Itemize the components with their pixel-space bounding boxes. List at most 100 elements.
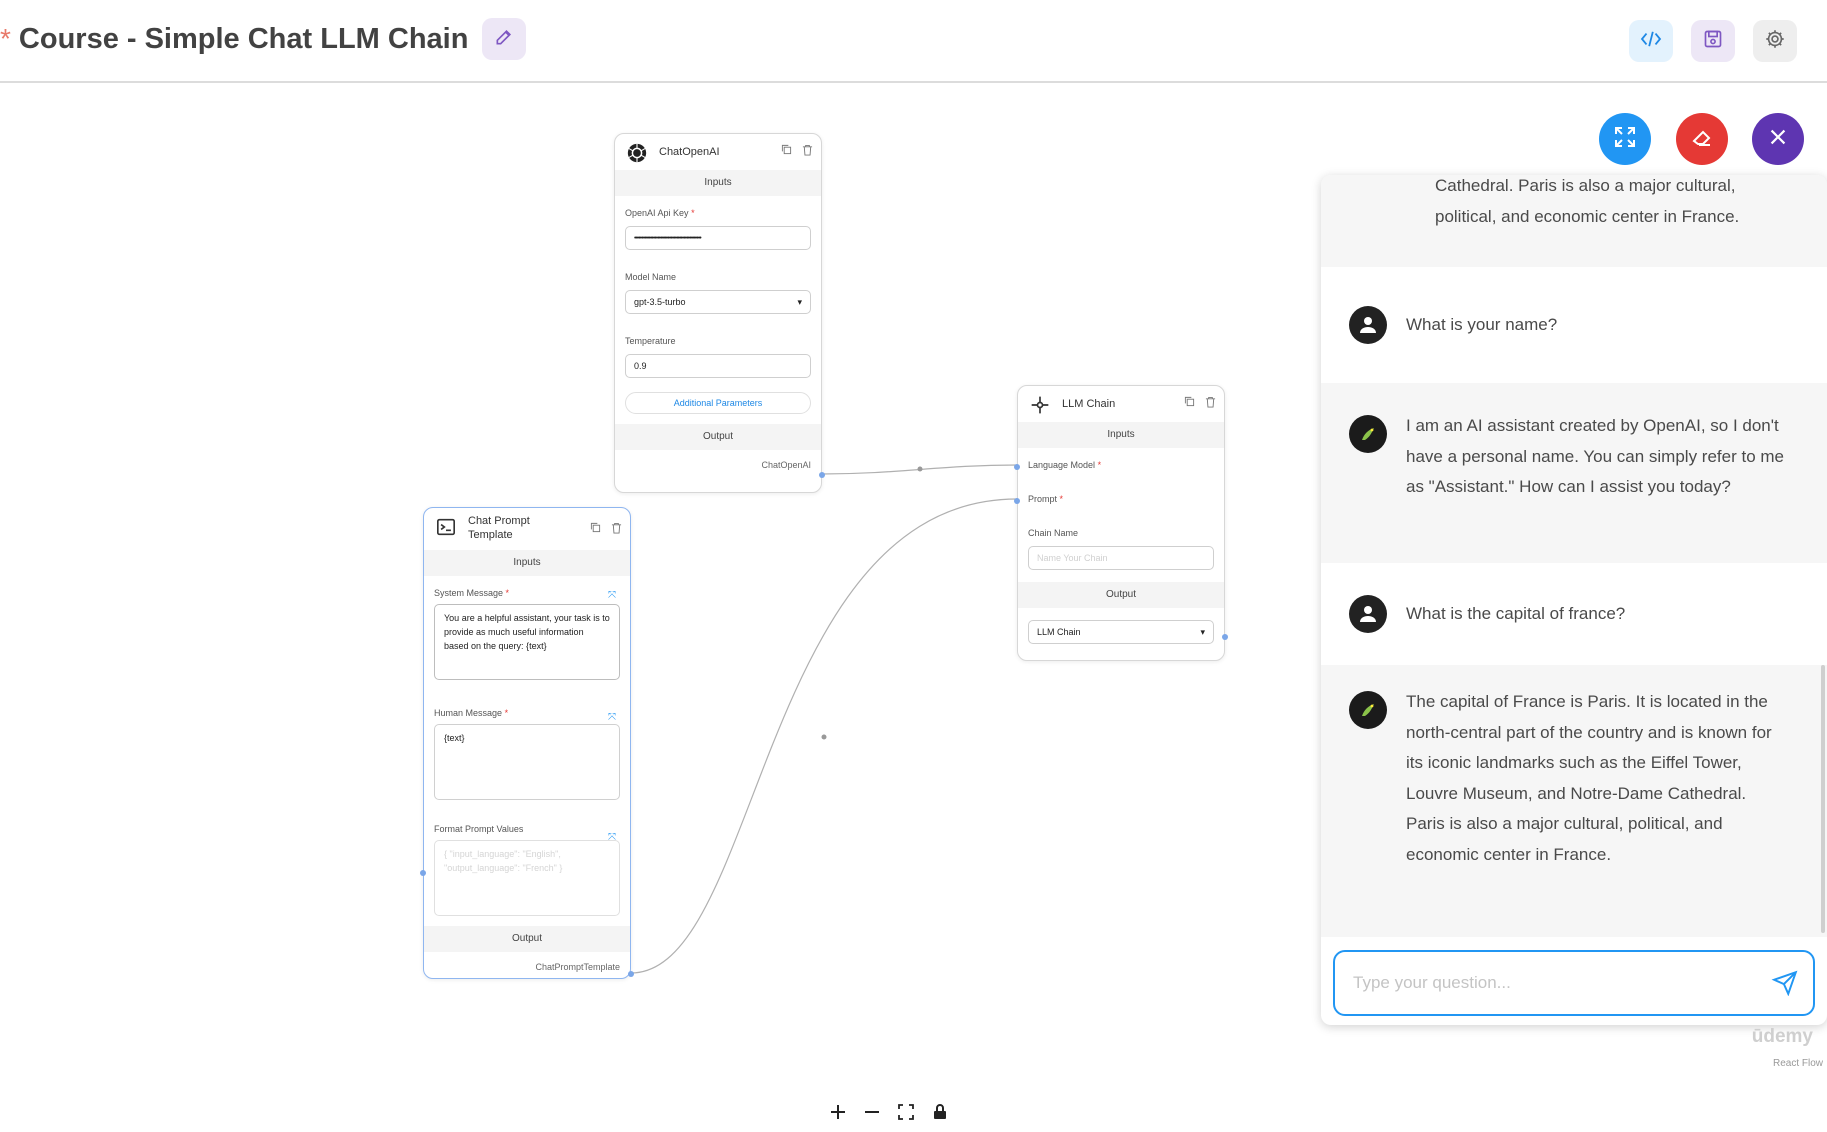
model-name-label: Model Name [625, 272, 677, 282]
chat-input-box [1333, 950, 1815, 1016]
chain-link-icon [1028, 394, 1052, 416]
message-text: What is your name? [1406, 314, 1558, 334]
message-text: I am an AI assistant created by OpenAI, … [1406, 416, 1784, 496]
settings-button[interactable] [1753, 20, 1797, 62]
view-code-button[interactable] [1629, 20, 1673, 62]
chat-message-user: What is your name? [1321, 267, 1827, 383]
chain-name-label: Chain Name [1028, 528, 1079, 538]
code-icon [1640, 30, 1662, 53]
chain-name-input[interactable]: Name Your Chain [1028, 546, 1214, 570]
zoom-in-icon[interactable] [828, 1102, 848, 1122]
title-bar: * Course - Simple Chat LLM Chain [0, 18, 527, 60]
fit-view-icon[interactable] [896, 1102, 916, 1122]
chevron-down-icon: ▾ [1200, 626, 1205, 637]
duplicate-icon[interactable] [781, 144, 792, 159]
eraser-icon [1690, 125, 1714, 154]
udemy-watermark: ūdemy [1751, 1026, 1813, 1047]
trash-icon[interactable] [1205, 396, 1216, 411]
expand-icon[interactable]: ⤧ [608, 832, 616, 843]
output-handle-label: ChatPromptTemplate [535, 962, 620, 972]
output-handle[interactable] [628, 971, 634, 977]
node-title: ChatOpenAI [659, 146, 720, 158]
expand-chat-button[interactable] [1599, 113, 1651, 165]
parrot-avatar-icon [1349, 691, 1387, 729]
canvas-controls [820, 1092, 958, 1132]
save-icon [1703, 29, 1723, 54]
clear-chat-button[interactable] [1676, 113, 1728, 165]
lock-icon[interactable] [930, 1102, 950, 1122]
zoom-out-icon[interactable] [862, 1102, 882, 1122]
send-icon[interactable] [1771, 970, 1799, 1001]
openai-icon [625, 142, 649, 164]
format-prompt-values-label: Format Prompt Values [434, 824, 524, 834]
expand-icon[interactable]: ⤧ [608, 590, 616, 601]
terminal-icon [434, 516, 458, 538]
chevron-down-icon: ▾ [797, 296, 802, 307]
node-header: ChatOpenAI [615, 134, 821, 170]
output-section-label: Output [615, 424, 821, 450]
model-name-value: gpt-3.5-turbo [634, 297, 686, 307]
message-text: Cathedral. Paris is also a major cultura… [1435, 176, 1740, 226]
node-chat-prompt-template[interactable]: Chat Prompt Template Inputs System Messa… [420, 507, 634, 979]
human-message-label: Human Message * [434, 708, 509, 718]
duplicate-icon[interactable] [1184, 396, 1195, 411]
output-handle[interactable] [819, 472, 825, 478]
node-header: LLM Chain [1018, 386, 1224, 422]
chat-message-user: What is the capital of france? [1321, 563, 1827, 665]
human-message-textarea[interactable]: {text} [434, 724, 620, 800]
canvas-header: * Course - Simple Chat LLM Chain [0, 0, 1827, 83]
message-text: What is the capital of france? [1406, 603, 1626, 623]
parrot-avatar-icon [1349, 415, 1387, 453]
chat-message-api: Cathedral. Paris is also a major cultura… [1321, 175, 1827, 267]
api-key-label: OpenAI Api Key * [625, 208, 695, 218]
output-select[interactable]: LLM Chain ▾ [1028, 620, 1214, 644]
output-select-value: LLM Chain [1037, 627, 1081, 637]
format-prompt-values-textarea[interactable]: { "input_language": "English", "output_l… [434, 840, 620, 916]
temperature-label: Temperature [625, 336, 676, 346]
system-message-label: System Message * [434, 588, 510, 598]
unsaved-marker: * [0, 23, 11, 54]
temperature-input[interactable]: 0.9 [625, 354, 811, 378]
node-title: LLM Chain [1062, 398, 1116, 410]
output-handle[interactable] [1222, 634, 1228, 640]
node-header: Chat Prompt Template [424, 508, 630, 548]
node-title: Chat Prompt Template [468, 515, 530, 541]
chat-message-api: The capital of France is Paris. It is lo… [1321, 665, 1827, 937]
trash-icon[interactable] [611, 522, 622, 537]
close-icon [1767, 126, 1789, 153]
output-section-label: Output [424, 926, 630, 952]
inputs-section-label: Inputs [1018, 422, 1224, 448]
chat-message-api: I am an AI assistant created by OpenAI, … [1321, 383, 1827, 563]
format-values-handle[interactable] [420, 870, 426, 876]
node-chatopenai[interactable]: ChatOpenAI Inputs OpenAI Api Key * •••••… [614, 133, 825, 493]
chat-question-input[interactable] [1353, 973, 1753, 993]
model-name-select[interactable]: gpt-3.5-turbo ▾ [625, 290, 811, 314]
duplicate-icon[interactable] [590, 522, 601, 537]
api-key-input[interactable]: ••••••••••••••••••••••••••••••••••••••••… [625, 226, 811, 250]
system-message-textarea[interactable]: You are a helpful assistant, your task i… [434, 604, 620, 680]
close-chat-button[interactable] [1752, 113, 1804, 165]
output-section-label: Output [1018, 582, 1224, 608]
output-handle-label: ChatOpenAI [761, 460, 811, 470]
gear-icon [1764, 28, 1786, 55]
expand-icon[interactable]: ⤧ [608, 712, 616, 723]
chat-scrollbar[interactable] [1821, 665, 1825, 933]
language-model-handle[interactable] [1014, 464, 1020, 470]
additional-parameters-button[interactable]: Additional Parameters [625, 392, 811, 414]
node-llm-chain[interactable]: LLM Chain Inputs Language Model * Prompt… [1014, 385, 1228, 661]
edit-title-button[interactable] [482, 18, 527, 60]
prompt-handle[interactable] [1014, 498, 1020, 504]
inputs-section-label: Inputs [615, 170, 821, 196]
language-model-label: Language Model * [1028, 460, 1102, 470]
flow-title: Course - Simple Chat LLM Chain [18, 22, 469, 55]
trash-icon[interactable] [802, 144, 813, 159]
message-text: The capital of France is Paris. It is lo… [1406, 692, 1772, 864]
react-flow-attribution[interactable]: React Flow [1773, 1058, 1823, 1069]
chat-panel: Cathedral. Paris is also a major cultura… [1321, 175, 1827, 1025]
prompt-label: Prompt * [1028, 494, 1064, 504]
save-button[interactable] [1691, 20, 1735, 62]
pencil-icon [494, 27, 514, 52]
inputs-section-label: Inputs [424, 550, 630, 576]
user-avatar-icon [1349, 306, 1387, 344]
fullscreen-icon [1613, 125, 1637, 154]
